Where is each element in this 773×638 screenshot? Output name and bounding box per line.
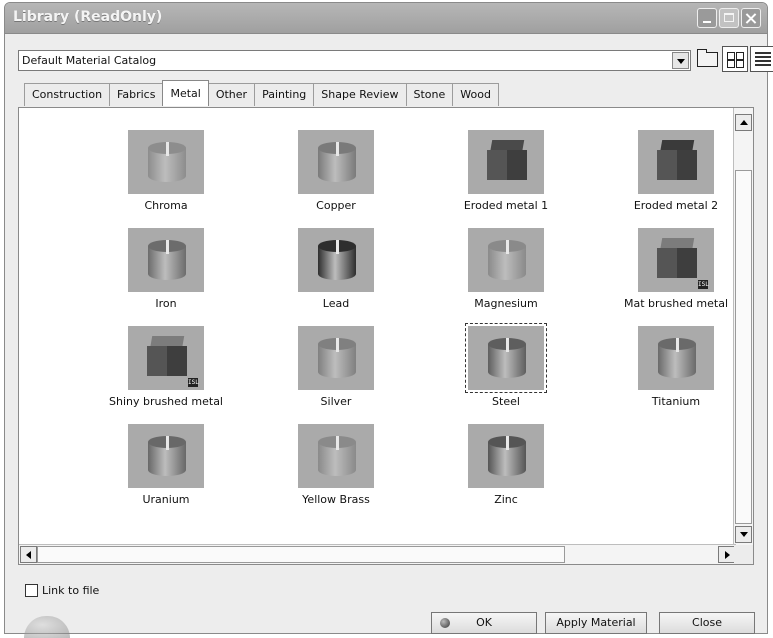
cylinder-swatch-icon [468,424,544,488]
vertical-scroll-thumb[interactable] [735,170,752,524]
cylinder-swatch-icon [468,228,544,292]
material-item-silver[interactable]: Silver [251,326,421,408]
cylinder-swatch-icon [298,130,374,194]
minimize-button[interactable] [697,8,717,28]
tab-construction[interactable]: Construction [24,83,111,106]
close-button[interactable]: Close [659,612,755,634]
catalog-select[interactable]: Default Material Catalog [18,50,691,71]
material-item-chroma[interactable]: Chroma [81,130,251,212]
horizontal-scroll-thumb[interactable] [37,546,565,563]
material-item-magnesium[interactable]: Magnesium [421,228,591,310]
scroll-left-icon[interactable] [20,546,37,563]
tab-wood[interactable]: Wood [452,83,499,106]
material-tabs: Construction Fabrics Metal Other Painting Sha… [24,80,499,107]
cylinder-swatch-icon [298,326,374,390]
scroll-right-icon[interactable] [718,546,735,563]
list-view-icon[interactable] [750,46,773,72]
link-to-file-row[interactable]: Link to file [25,584,99,597]
window-title: Library (ReadOnly) [13,9,163,25]
cylinder-swatch-icon [128,424,204,488]
cylinder-swatch-icon [298,424,374,488]
material-item-yellow-brass[interactable]: Yellow Brass [251,424,421,506]
icons-view-icon[interactable] [722,46,748,72]
cylinder-swatch-icon [298,228,374,292]
material-label: Uranium [142,493,190,506]
title-bar[interactable]: Library (ReadOnly) [5,3,767,34]
material-label: Eroded metal 1 [463,199,549,212]
apply-label: Apply Material [556,616,636,629]
tab-shape-review[interactable]: Shape Review [313,83,407,106]
ok-label: OK [476,616,492,629]
isl-badge-icon: ISL [698,280,709,289]
vertical-scrollbar[interactable] [733,108,753,545]
material-item-steel[interactable]: Steel [421,323,591,408]
material-item-uranium[interactable]: Uranium [81,424,251,506]
material-label: Iron [155,297,177,310]
tab-stone[interactable]: Stone [405,83,454,106]
apply-material-button[interactable]: Apply Material [545,612,647,634]
cylinder-swatch-icon [128,130,204,194]
maximize-button[interactable] [719,8,739,28]
tab-other[interactable]: Other [207,83,256,106]
material-item-iron[interactable]: Iron [81,228,251,310]
catalog-selected-value: Default Material Catalog [22,54,157,67]
tab-painting[interactable]: Painting [254,83,315,106]
cube-swatch-icon: ISL [128,326,204,390]
cube-swatch-icon [468,130,544,194]
material-label: Copper [316,199,356,212]
material-label: Chroma [144,199,188,212]
materials-grid: Chroma Copper Eroded metal 1 Eroded metal 2… [19,108,734,543]
material-label: Zinc [494,493,518,506]
material-label: Silver [320,395,352,408]
material-item-shiny-brushed-metal[interactable]: ISL Shiny brushed metal [81,326,251,408]
cylinder-swatch-icon [128,228,204,292]
chevron-down-icon[interactable] [672,52,689,69]
scroll-down-icon[interactable] [735,526,752,543]
scroll-up-icon[interactable] [735,114,752,131]
link-to-file-label: Link to file [42,584,100,597]
folder-icon[interactable] [694,46,720,72]
link-to-file-checkbox[interactable] [25,584,38,597]
material-label: Magnesium [474,297,538,310]
material-item-eroded-metal-1[interactable]: Eroded metal 1 [421,130,591,212]
ok-button[interactable]: OK [431,612,537,634]
cube-swatch-icon [638,130,714,194]
cube-swatch-icon: ISL [638,228,714,292]
material-item-zinc[interactable]: Zinc [421,424,591,506]
material-label: Yellow Brass [302,493,370,506]
material-label: Steel [492,395,520,408]
materials-panel: Chroma Copper Eroded metal 1 Eroded metal 2… [18,107,754,565]
status-dot-icon [440,618,450,628]
material-item-lead[interactable]: Lead [251,228,421,310]
tab-fabrics[interactable]: Fabrics [109,83,164,106]
material-label: Lead [322,297,350,310]
cylinder-swatch-icon [465,323,547,393]
material-label: Shiny brushed metal [108,395,223,408]
material-item-copper[interactable]: Copper [251,130,421,212]
horizontal-scrollbar[interactable] [19,544,736,564]
close-label: Close [692,616,722,629]
close-window-button[interactable] [741,8,761,28]
isl-badge-icon: ISL [188,378,199,387]
tab-metal[interactable]: Metal [162,80,209,106]
cylinder-swatch-icon [638,326,714,390]
scroll-corner [734,545,753,564]
